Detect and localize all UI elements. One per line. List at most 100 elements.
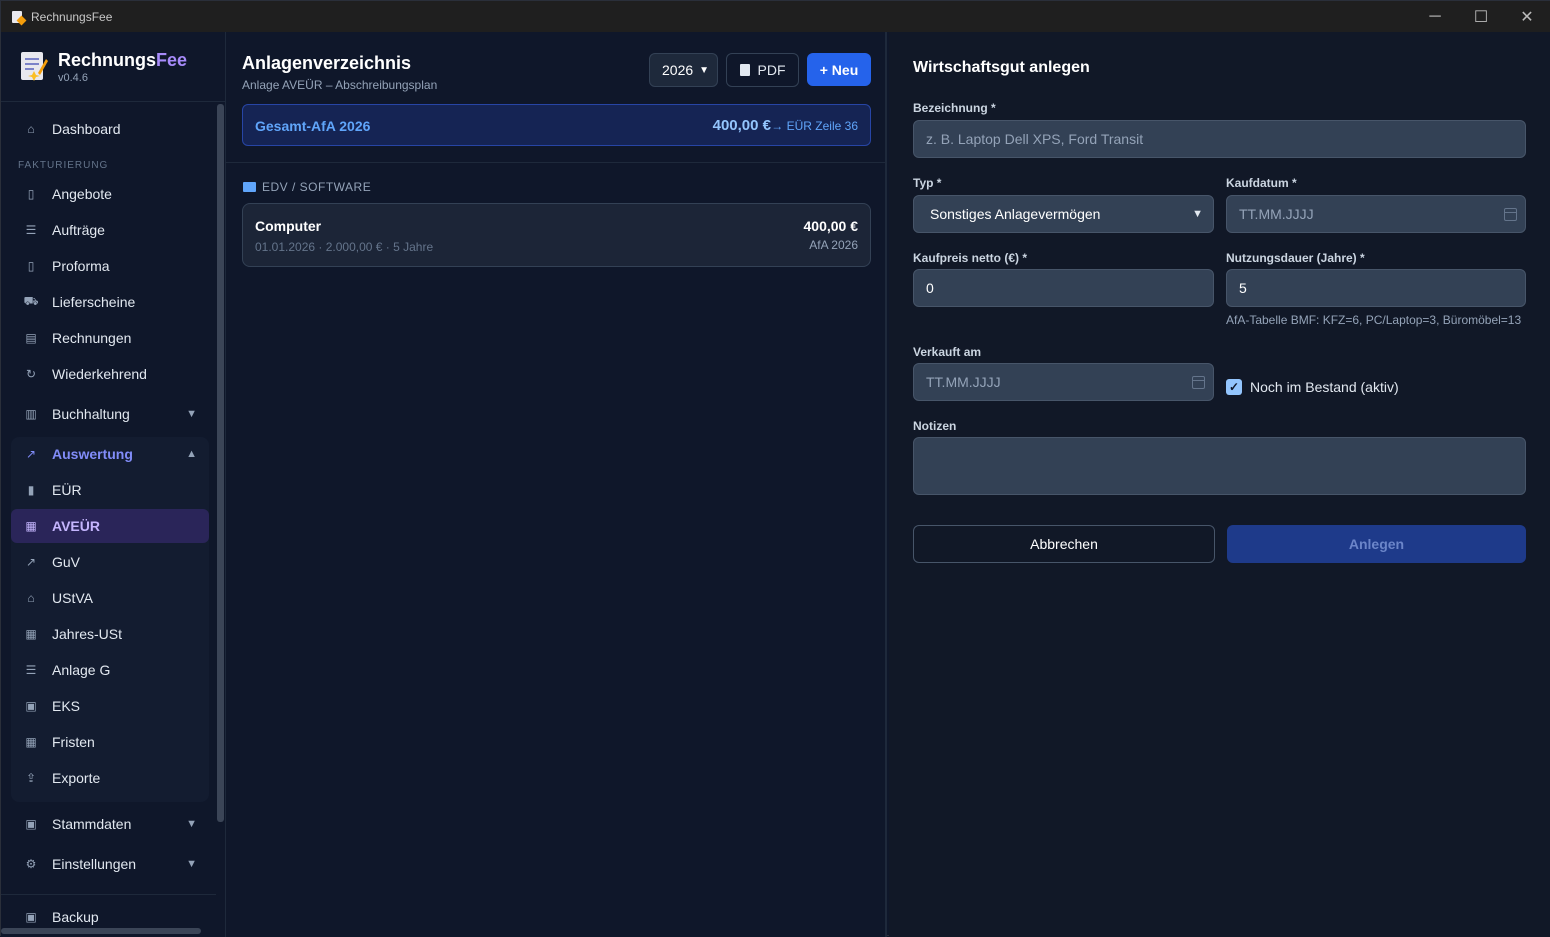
sidebar-item-exporte[interactable]: ⇪ Exporte [11, 761, 209, 795]
sidebar-item-label: EKS [52, 698, 81, 714]
chevron-down-icon: ▼ [186, 408, 197, 420]
sidebar-item-label: Aufträge [52, 222, 105, 238]
contact-card-icon: ▣ [25, 817, 37, 831]
calendar-icon: ▦ [25, 627, 37, 641]
kaufpreis-input[interactable]: 0 [913, 269, 1214, 307]
sidebar-item-label: Fristen [52, 734, 95, 750]
asset-meta: 01.01.2026 · 2.000,00 € · 5 Jahre [255, 240, 434, 254]
sidebar-item-anlage-g[interactable]: ☰ Anlage G [11, 653, 209, 687]
sidebar-item-ustva[interactable]: ⌂ UStVA [11, 581, 209, 615]
bestand-checkbox[interactable]: ✓ Noch im Bestand (aktiv) [1226, 379, 1399, 395]
trending-up-icon: ↗ [25, 555, 37, 569]
new-button[interactable]: + Neu [807, 53, 871, 86]
chevron-down-icon: ▼ [1192, 208, 1203, 220]
sidebar-item-auswertung[interactable]: ↗ Auswertung ▲ [11, 437, 209, 471]
sidebar-divider [1, 894, 216, 895]
sidebar-item-label: Rechnungen [52, 330, 132, 346]
asset-form-panel: Wirtschaftsgut anlegen Bezeichnung * z. … [889, 32, 1550, 937]
pdf-button[interactable]: PDF [726, 53, 799, 87]
bestand-label: Noch im Bestand (aktiv) [1250, 379, 1399, 395]
cancel-button[interactable]: Abbrechen [913, 525, 1215, 563]
year-select[interactable]: 2026 ▼ [649, 53, 718, 87]
sidebar-item-rechnungen[interactable]: ▤ Rechnungen [11, 321, 209, 355]
calendar-icon: ▦ [25, 735, 37, 749]
app-window: RechnungsFee ─ ☐ ✕ RechnungsFee v0.4.6 ⌂… [0, 0, 1550, 937]
sidebar-item-label: Backup [52, 909, 99, 925]
book-icon: ▥ [25, 407, 37, 421]
chevron-down-icon: ▼ [699, 64, 709, 76]
sidebar-item-label: Stammdaten [52, 816, 132, 832]
sidebar-item-label: Einstellungen [52, 856, 137, 872]
bezeichnung-input[interactable]: z. B. Laptop Dell XPS, Ford Transit [913, 120, 1526, 158]
sidebar-item-buchhaltung[interactable]: ▥ Buchhaltung ▼ [11, 397, 209, 431]
calendar-icon[interactable] [1504, 207, 1517, 221]
sidebar-item-label: Jahres-USt [52, 626, 123, 642]
sidebar-item-label: Dashboard [52, 121, 121, 137]
sidebar-item-eks[interactable]: ▣ EKS [11, 689, 209, 723]
afa-table-hint: AfA-Tabelle BMF: KFZ=6, PC/Laptop=3, Bür… [1226, 313, 1522, 327]
sidebar-item-angebote[interactable]: ▯ Angebote [11, 177, 209, 211]
sidebar-item-stammdaten[interactable]: ▣ Stammdaten ▼ [11, 807, 209, 841]
sidebar-item-label: GuV [52, 554, 81, 570]
sidebar-item-label: Lieferscheine [52, 294, 136, 310]
asset-afa-amount: 400,00 € [803, 218, 859, 234]
chevron-down-icon: ▼ [186, 858, 197, 870]
pdf-button-label: PDF [757, 62, 786, 78]
kaufdatum-input[interactable]: TT.MM.JJJJ [1226, 195, 1526, 233]
close-icon[interactable]: ✕ [1504, 1, 1550, 32]
brand: RechnungsFee v0.4.6 [1, 32, 225, 102]
page-title: Anlagenverzeichnis [242, 53, 412, 73]
asset-afa-label: AfA 2026 [809, 238, 858, 252]
asset-list-panel: Anlagenverzeichnis Anlage AVEÜR – Abschr… [226, 32, 887, 937]
total-afa-value: 400,00 € [712, 117, 771, 134]
sidebar-item-fristen[interactable]: ▦ Fristen [11, 725, 209, 759]
verkauft-label: Verkauft am [913, 345, 982, 359]
gear-icon: ⚙ [25, 857, 37, 871]
sidebar-scrollbar[interactable] [217, 104, 224, 822]
sidebar-item-dashboard[interactable]: ⌂ Dashboard [11, 112, 209, 146]
sidebar-horizontal-scrollbar[interactable] [1, 928, 201, 934]
app-version: v0.4.6 [58, 72, 88, 84]
notizen-textarea[interactable] [913, 437, 1526, 495]
kaufpreis-label: Kaufpreis netto (€) * [913, 251, 1028, 265]
divider [226, 162, 887, 163]
minimize-icon[interactable]: ─ [1412, 1, 1458, 32]
trending-up-icon: ↗ [25, 447, 37, 461]
chevron-up-icon: ▲ [186, 448, 197, 460]
verkauft-input[interactable]: TT.MM.JJJJ [913, 363, 1214, 401]
sidebar-item-label: Proforma [52, 258, 110, 274]
sidebar-item-proforma[interactable]: ▯ Proforma [11, 249, 209, 283]
list-document-icon: ☰ [25, 223, 37, 237]
receipt-icon: ▤ [25, 331, 37, 345]
sidebar-item-label: AVEÜR [52, 518, 100, 534]
typ-select[interactable]: Sonstiges Anlagevermögen ▼ [913, 195, 1214, 233]
maximize-icon[interactable]: ☐ [1458, 1, 1504, 32]
nutzungsdauer-input[interactable]: 5 [1226, 269, 1526, 307]
sidebar-item-wiederkehrend[interactable]: ↻ Wiederkehrend [11, 357, 209, 391]
calendar-icon[interactable] [1192, 375, 1205, 389]
eur-line-reference[interactable]: → EÜR Zeile 36 [771, 119, 858, 133]
typ-label: Typ * [913, 176, 942, 190]
export-icon: ⇪ [25, 771, 37, 785]
kaufdatum-label: Kaufdatum * [1226, 176, 1297, 190]
create-button[interactable]: Anlegen [1227, 525, 1526, 563]
sidebar-item-aveur[interactable]: ▦ AVEÜR [11, 509, 209, 543]
notizen-label: Notizen [913, 419, 957, 433]
refresh-icon: ↻ [25, 367, 37, 381]
asset-name: Computer [255, 218, 322, 234]
asset-card[interactable]: Computer 01.01.2026 · 2.000,00 € · 5 Jah… [242, 203, 871, 267]
sidebar-item-label: UStVA [52, 590, 93, 606]
sidebar: RechnungsFee v0.4.6 ⌂ Dashboard FAKTURIER… [1, 32, 226, 937]
sidebar-item-eur[interactable]: ▮ EÜR [11, 473, 209, 507]
sidebar-item-einstellungen[interactable]: ⚙ Einstellungen ▼ [11, 847, 209, 881]
nutzungsdauer-label: Nutzungsdauer (Jahre) * [1226, 251, 1365, 265]
checkbox-checked-icon[interactable]: ✓ [1226, 379, 1242, 395]
sidebar-item-jahres-ust[interactable]: ▦ Jahres-USt [11, 617, 209, 651]
sidebar-item-guv[interactable]: ↗ GuV [11, 545, 209, 579]
save-icon: ▣ [25, 910, 37, 924]
sidebar-item-lieferscheine[interactable]: ⛟ Lieferscheine [11, 285, 209, 319]
sidebar-item-auftraege[interactable]: ☰ Aufträge [11, 213, 209, 247]
home-icon: ⌂ [27, 122, 35, 136]
document-icon: ▯ [27, 187, 35, 201]
typ-value: Sonstiges Anlagevermögen [930, 206, 1101, 222]
